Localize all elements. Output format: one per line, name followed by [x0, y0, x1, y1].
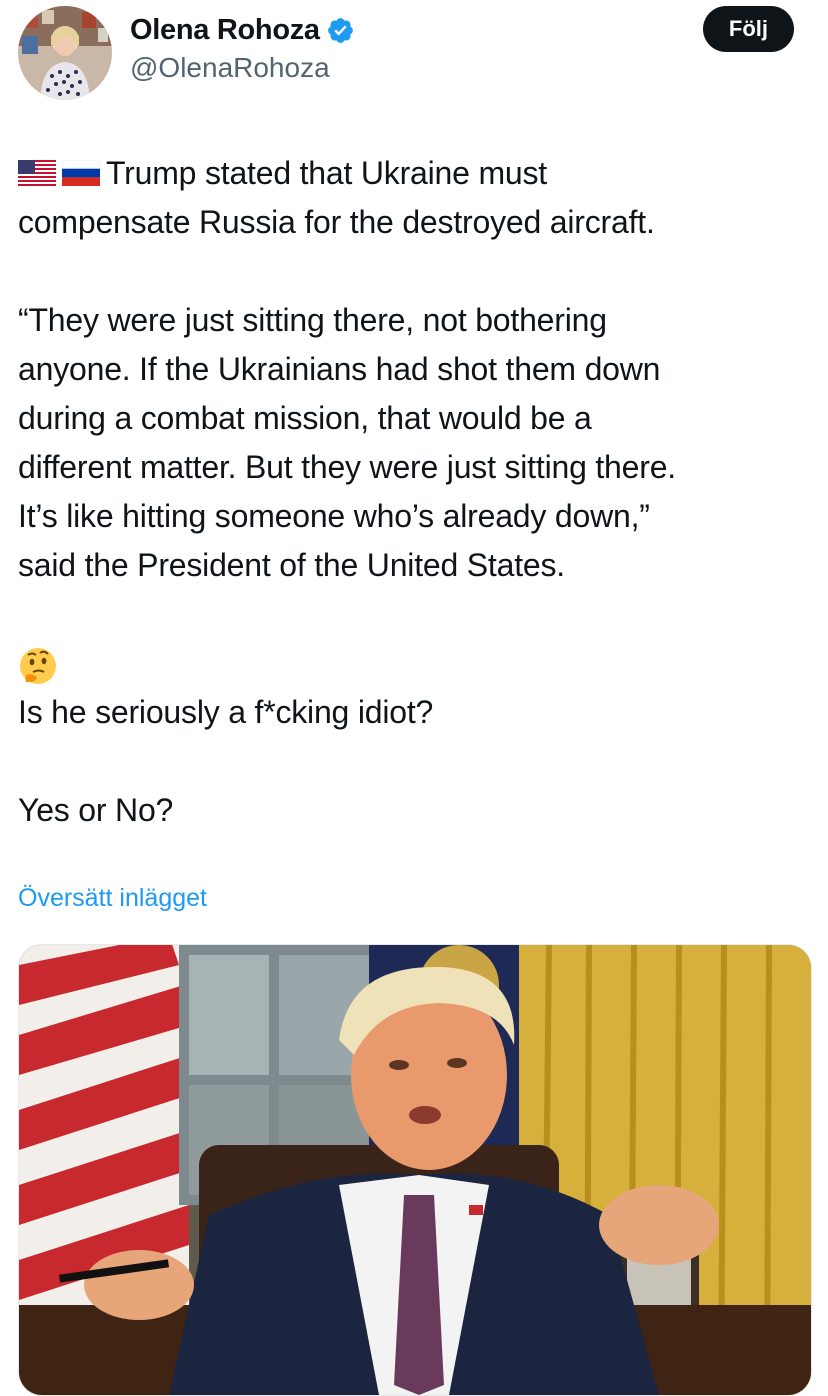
verified-badge-icon — [327, 17, 353, 43]
headline-text-1: Trump stated that Ukraine must — [106, 155, 547, 191]
emoji-line — [18, 639, 818, 688]
follow-button[interactable]: Följ — [702, 6, 794, 52]
us-flag-icon — [18, 159, 56, 186]
quote-line: It’s like hitting someone who’s already … — [18, 498, 650, 534]
russia-flag-icon — [62, 159, 100, 186]
thinking-face-icon — [20, 647, 56, 684]
tweet-header: Olena Rohoza @OlenaRohoza Följ — [18, 6, 810, 100]
tweet-media[interactable] — [18, 944, 812, 1396]
author-names: Olena Rohoza @OlenaRohoza — [130, 12, 355, 84]
headline-line-1: Trump stated that Ukraine must — [18, 149, 818, 198]
tweet-text: Trump stated that Ukraine must compensat… — [18, 149, 818, 835]
quote-line: different matter. But they were just sit… — [18, 449, 676, 485]
quote-line: anyone. If the Ukrainians had shot them … — [18, 351, 661, 387]
avatar[interactable] — [18, 6, 112, 100]
photo-of-man-in-office-icon — [19, 945, 811, 1395]
quote-line: “They were just sitting there, not bothe… — [18, 302, 607, 338]
question-line: Is he seriously a f*cking idiot? — [18, 694, 434, 730]
quote-line: said the President of the United States. — [18, 547, 566, 583]
quote-line: during a combat mission, that would be a — [18, 400, 592, 436]
headline-line-2: compensate Russia for the destroyed airc… — [18, 204, 655, 240]
author-handle[interactable]: @OlenaRohoza — [130, 52, 355, 84]
translate-post-link[interactable]: Översätt inlägget — [18, 884, 207, 913]
poll-line: Yes or No? — [18, 792, 174, 828]
display-name-row: Olena Rohoza — [130, 12, 355, 48]
avatar-photo-icon — [18, 6, 112, 100]
display-name[interactable]: Olena Rohoza — [130, 14, 320, 47]
